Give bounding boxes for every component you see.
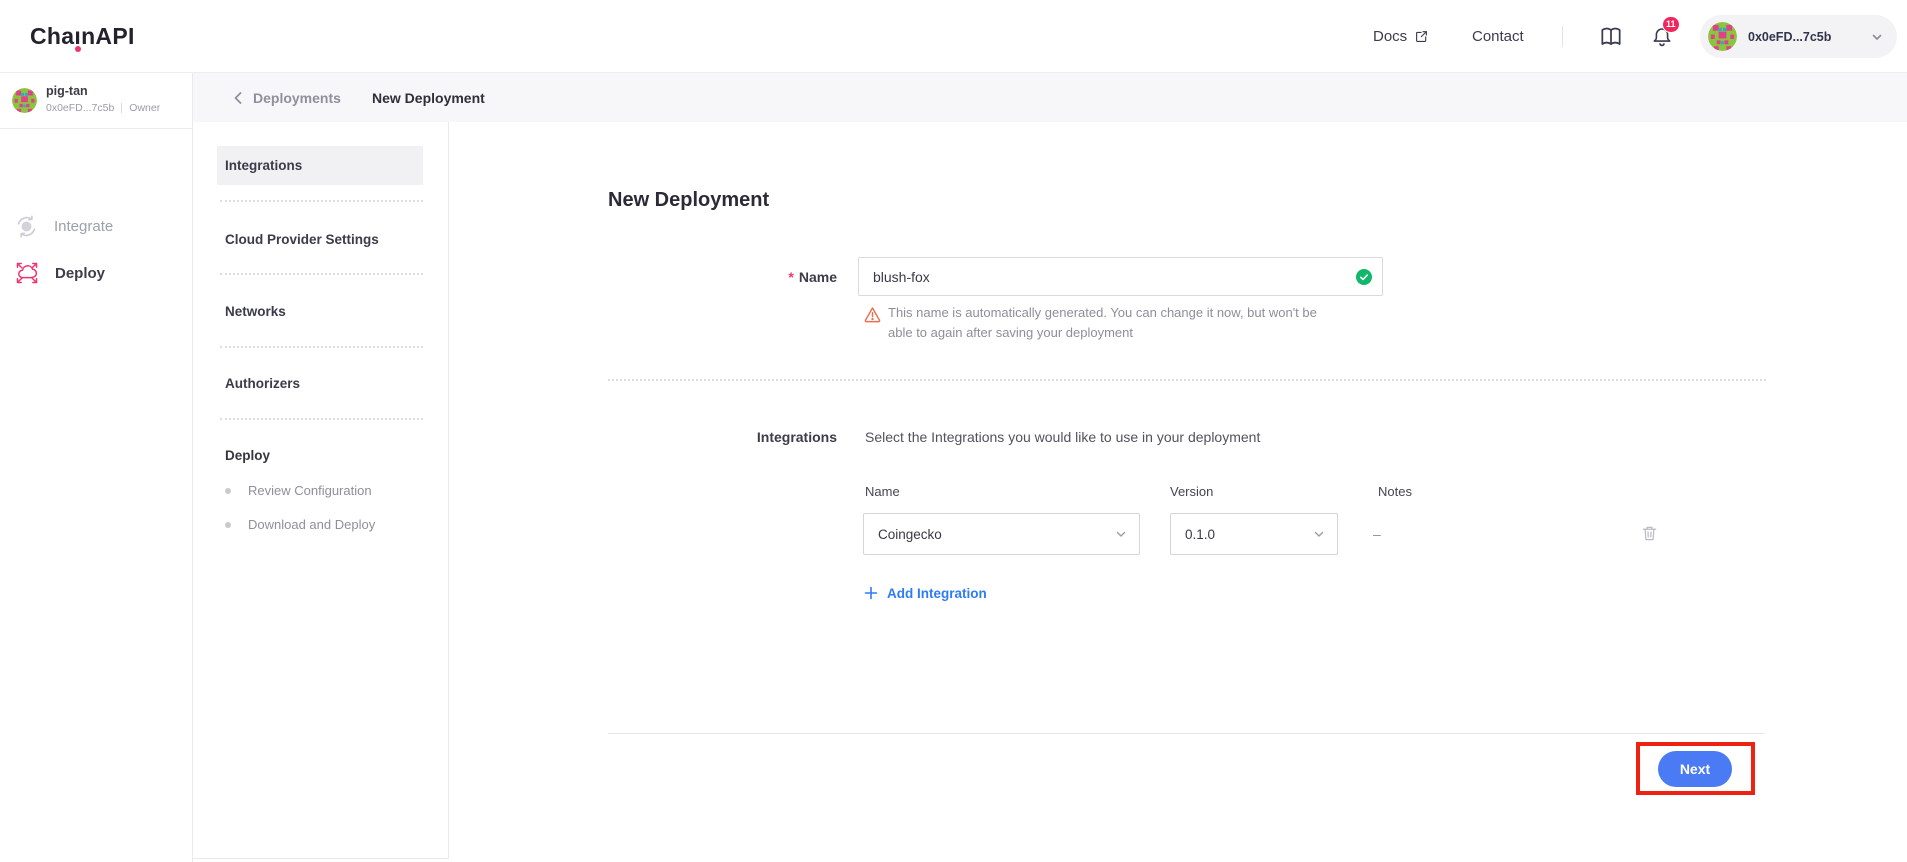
- sync-icon: [13, 213, 40, 240]
- add-integration-button[interactable]: Add Integration: [864, 581, 987, 605]
- external-link-icon: [1414, 29, 1429, 44]
- integration-notes-value: –: [1373, 513, 1381, 555]
- column-header-name: Name: [865, 484, 900, 499]
- deployment-steps-nav: Integrations Cloud Provider Settings Net…: [193, 122, 449, 859]
- plus-icon: [864, 586, 878, 600]
- nav-item-authorizers[interactable]: Authorizers: [217, 370, 423, 398]
- integration-name-select[interactable]: Coingecko: [863, 513, 1140, 555]
- integration-version-select[interactable]: 0.1.0: [1170, 513, 1338, 555]
- integrations-section-label: Integrations: [608, 423, 837, 451]
- add-integration-label: Add Integration: [887, 586, 987, 601]
- deployment-name-input[interactable]: [858, 257, 1383, 296]
- breadcrumb-current: New Deployment: [372, 73, 485, 122]
- contact-link-label: Contact: [1472, 28, 1524, 45]
- logo-text-part2: nAPI: [81, 23, 135, 49]
- required-marker: *: [788, 269, 793, 285]
- logo-text-part1: Cha: [30, 23, 74, 49]
- contact-link[interactable]: Contact: [1472, 0, 1524, 73]
- header-divider: [1562, 26, 1563, 47]
- chevron-left-icon: [232, 91, 244, 105]
- workspace-account[interactable]: pig-tan 0x0eFD...7c5b Owner: [0, 73, 192, 129]
- name-field-label: * Name: [608, 257, 837, 296]
- sidebar-item-label: Integrate: [54, 218, 113, 235]
- account-avatar: [1708, 22, 1737, 51]
- sidebar-item-integrate[interactable]: Integrate: [0, 203, 192, 249]
- notification-count-badge: 11: [1662, 16, 1680, 33]
- breadcrumb-back-label: Deployments: [253, 90, 341, 106]
- sidebar-item-deploy[interactable]: Deploy: [0, 250, 192, 296]
- nav-subitem-download-and-deploy[interactable]: Download and Deploy: [225, 517, 375, 532]
- docs-link[interactable]: Docs: [1373, 0, 1429, 73]
- page-title: New Deployment: [608, 189, 769, 212]
- nav-item-integrations[interactable]: Integrations: [217, 146, 423, 185]
- book-open-icon: [1598, 24, 1624, 50]
- nav-item-cloud-provider-settings[interactable]: Cloud Provider Settings: [217, 226, 423, 254]
- next-button[interactable]: Next: [1658, 751, 1732, 787]
- workspace-role: Owner: [129, 102, 160, 114]
- column-header-version: Version: [1170, 484, 1213, 499]
- chainapi-logo[interactable]: ChaınAPI: [30, 0, 135, 73]
- footer-divider: [608, 733, 1765, 734]
- chevron-down-icon: [1313, 528, 1325, 540]
- valid-check-icon: [1356, 269, 1372, 285]
- notifications-button[interactable]: 11: [1650, 0, 1674, 73]
- nav-section-deploy: Deploy: [225, 448, 270, 463]
- nav-subitem-label: Download and Deploy: [248, 517, 375, 532]
- account-address: 0x0eFD...7c5b: [1748, 30, 1831, 44]
- nav-subitem-review-configuration[interactable]: Review Configuration: [225, 483, 372, 498]
- trash-icon: [1640, 524, 1659, 543]
- primary-sidebar: pig-tan 0x0eFD...7c5b Owner Integrate: [0, 73, 193, 862]
- meta-divider: [121, 103, 122, 113]
- logo-dotless-i: ı: [74, 23, 81, 49]
- chevron-down-icon: [1115, 528, 1127, 540]
- workspace-name: pig-tan: [46, 84, 88, 98]
- logo-pink-dot-icon: [75, 46, 81, 52]
- chevron-down-icon: [1871, 31, 1883, 43]
- workspace-avatar: [12, 88, 37, 113]
- nav-subitem-label: Review Configuration: [248, 483, 372, 498]
- workspace-address: 0x0eFD...7c5b: [46, 102, 114, 114]
- integration-version-value: 0.1.0: [1185, 527, 1215, 542]
- name-warning-text: This name is automatically generated. Yo…: [888, 303, 1358, 342]
- docs-link-label: Docs: [1373, 28, 1407, 45]
- app-header: ChaınAPI Docs Contact 11: [0, 0, 1907, 73]
- account-menu[interactable]: 0x0eFD...7c5b: [1700, 15, 1897, 58]
- section-divider: [608, 379, 1766, 381]
- bullet-icon: [225, 522, 231, 528]
- nav-divider: [220, 200, 423, 202]
- nav-divider: [220, 418, 423, 420]
- bullet-icon: [225, 488, 231, 494]
- breadcrumb-back-deployments[interactable]: Deployments: [232, 73, 341, 122]
- integration-name-value: Coingecko: [878, 527, 942, 542]
- cloud-deploy-icon: [13, 259, 41, 287]
- column-header-notes: Notes: [1378, 484, 1412, 499]
- delete-integration-button[interactable]: [1640, 524, 1659, 543]
- nav-divider: [220, 273, 423, 275]
- integrations-description: Select the Integrations you would like t…: [865, 423, 1260, 451]
- nav-item-networks[interactable]: Networks: [217, 298, 423, 326]
- docs-book-button[interactable]: [1598, 0, 1624, 73]
- sidebar-item-label: Deploy: [55, 265, 105, 282]
- warning-icon: [863, 305, 882, 324]
- nav-divider: [220, 346, 423, 348]
- breadcrumb: Deployments New Deployment: [193, 73, 1907, 122]
